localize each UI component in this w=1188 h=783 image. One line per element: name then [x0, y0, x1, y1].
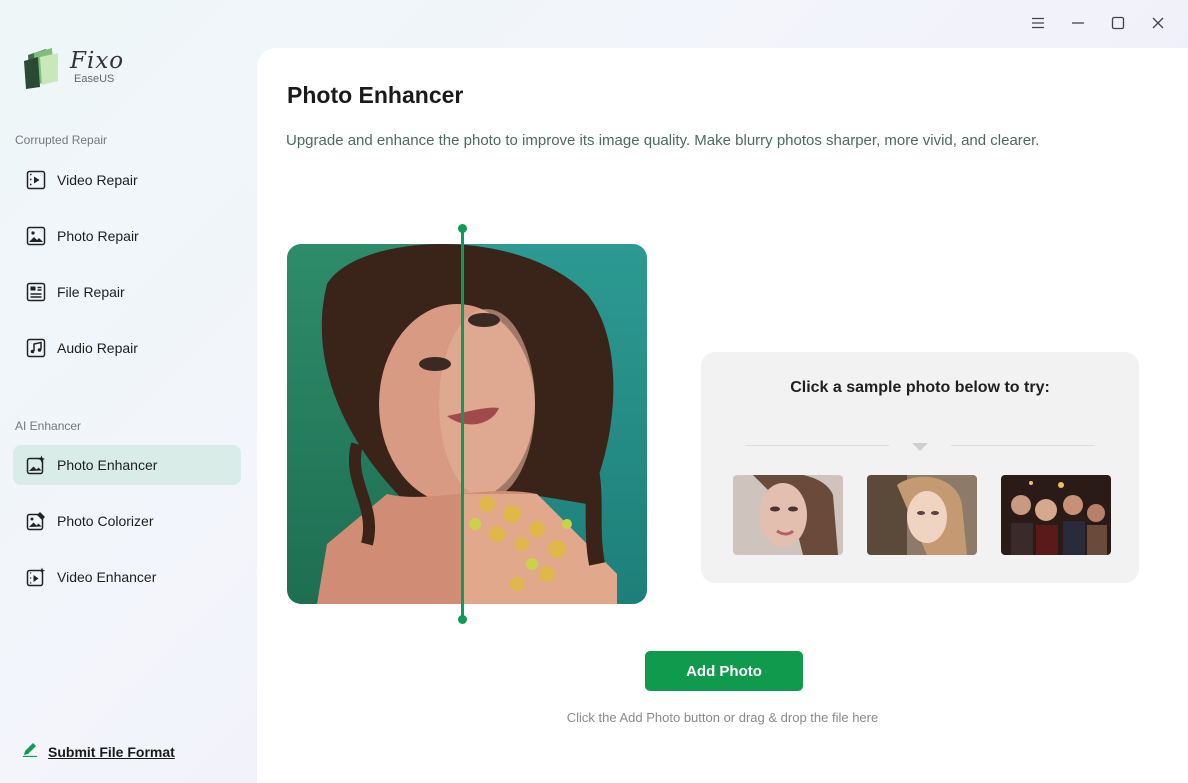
- sidebar-item-file-repair[interactable]: File Repair: [13, 272, 241, 312]
- sidebar-item-label: Photo Colorizer: [57, 513, 154, 529]
- section-title-corrupted-repair: Corrupted Repair: [15, 133, 108, 147]
- page-title: Photo Enhancer: [287, 82, 464, 108]
- music-icon: [25, 337, 47, 359]
- sample-photos-panel: Click a sample photo below to try:: [701, 352, 1139, 583]
- maximize-icon[interactable]: [1098, 12, 1138, 34]
- sidebar-item-label: Photo Repair: [57, 228, 139, 244]
- fixo-logo-icon: [22, 45, 64, 89]
- submit-file-format-link[interactable]: Submit File Format: [22, 741, 175, 762]
- window-controls: [1018, 12, 1178, 34]
- minimize-icon[interactable]: [1058, 12, 1098, 34]
- photo-sparkle-icon: [25, 454, 47, 476]
- vendor-name: EaseUS: [74, 73, 115, 85]
- sample-photo-1[interactable]: [733, 475, 843, 555]
- slider-top-dot: [458, 224, 467, 233]
- page-description: Upgrade and enhance the photo to improve…: [286, 132, 1040, 149]
- before-after-preview[interactable]: [287, 244, 647, 604]
- slider-bottom-dot: [458, 615, 467, 624]
- close-icon[interactable]: [1138, 12, 1178, 34]
- file-icon: [25, 281, 47, 303]
- main-panel: Photo Enhancer Upgrade and enhance the p…: [257, 48, 1188, 783]
- app-name: Fixo: [70, 48, 125, 74]
- photo-icon: [25, 225, 47, 247]
- sidebar-item-video-enhancer[interactable]: Video Enhancer: [13, 557, 241, 597]
- app-logo: Fixo EaseUS: [22, 45, 124, 89]
- sidebar-item-video-repair[interactable]: Video Repair: [13, 160, 241, 200]
- photo-color-icon: [25, 510, 47, 532]
- divider: [745, 445, 889, 446]
- drop-hint: Click the Add Photo button or drag & dro…: [257, 710, 1188, 725]
- portrait-image: [287, 244, 647, 604]
- compare-slider-handle[interactable]: [458, 224, 467, 624]
- video-sparkle-icon: [25, 566, 47, 588]
- video-icon: [25, 169, 47, 191]
- sidebar-item-label: Audio Repair: [57, 340, 138, 356]
- sidebar-item-label: Video Enhancer: [57, 569, 157, 585]
- sidebar-item-label: Video Repair: [57, 172, 138, 188]
- sidebar-item-audio-repair[interactable]: Audio Repair: [13, 328, 241, 368]
- divider: [951, 445, 1095, 446]
- caret-down-icon: [912, 443, 928, 451]
- submit-file-format-label: Submit File Format: [48, 743, 175, 760]
- sample-photos-title: Click a sample photo below to try:: [790, 379, 1050, 396]
- drop-hint-text: Click the Add Photo button or drag & dro…: [566, 710, 879, 725]
- pencil-icon: [22, 741, 38, 762]
- section-title-ai-enhancer: AI Enhancer: [15, 419, 82, 433]
- sidebar: Fixo EaseUS Corrupted Repair Video Repai…: [0, 0, 257, 783]
- sample-photo-2[interactable]: [867, 475, 977, 555]
- sidebar-item-photo-colorizer[interactable]: Photo Colorizer: [13, 501, 241, 541]
- sidebar-item-photo-repair[interactable]: Photo Repair: [13, 216, 241, 256]
- add-photo-button[interactable]: Add Photo: [645, 651, 803, 691]
- sidebar-item-label: Photo Enhancer: [57, 457, 158, 473]
- sidebar-item-photo-enhancer[interactable]: Photo Enhancer: [13, 445, 241, 485]
- sidebar-item-label: File Repair: [57, 284, 125, 300]
- sample-photo-3[interactable]: [1001, 475, 1111, 555]
- menu-icon[interactable]: [1018, 12, 1058, 34]
